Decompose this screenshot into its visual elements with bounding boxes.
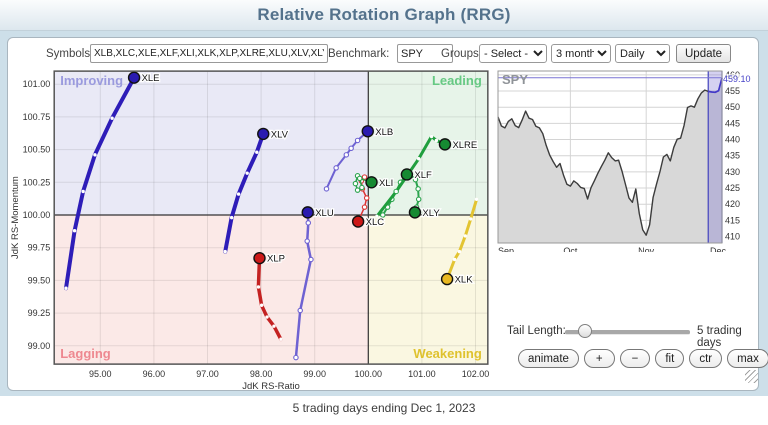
marker-XLE[interactable]: [129, 72, 140, 83]
svg-text:99.00: 99.00: [28, 341, 51, 351]
svg-text:Oct: Oct: [563, 246, 578, 252]
label-XLF: XLF: [414, 170, 432, 181]
svg-text:445: 445: [725, 118, 740, 128]
marker-XLF[interactable]: [401, 169, 412, 180]
spy-chart-title: SPY: [502, 72, 528, 87]
marker-XLI[interactable]: [366, 177, 377, 188]
marker-XLY[interactable]: [409, 207, 420, 218]
svg-text:101.00: 101.00: [408, 369, 436, 379]
marker-XLV[interactable]: [258, 128, 269, 139]
svg-text:JdK RS-Momentum: JdK RS-Momentum: [10, 176, 21, 259]
chart-controls: animate + − fit ctr max: [518, 349, 768, 368]
svg-text:440: 440: [725, 135, 740, 145]
svg-text:100.00: 100.00: [355, 369, 383, 379]
label-XLRE: XLRE: [452, 140, 477, 151]
symbols-label: Symbols:: [46, 48, 93, 60]
svg-text:102.00: 102.00: [462, 369, 490, 379]
svg-text:100.00: 100.00: [23, 210, 51, 220]
period-select[interactable]: 3 months: [551, 44, 611, 63]
svg-text:99.00: 99.00: [303, 369, 326, 379]
fit-button[interactable]: fit: [655, 349, 684, 368]
svg-text:410: 410: [725, 232, 740, 242]
spy-last-price-label: 459.10: [723, 74, 751, 84]
svg-text:100.75: 100.75: [23, 112, 51, 122]
zoom-out-button[interactable]: −: [620, 349, 651, 368]
svg-text:Improving: Improving: [60, 73, 123, 88]
chart-caption: 5 trading days ending Dec 1, 2023: [0, 401, 768, 415]
label-XLI: XLI: [379, 178, 393, 189]
label-XLY: XLY: [422, 208, 440, 219]
marker-XLK[interactable]: [442, 274, 453, 285]
animate-button[interactable]: animate: [518, 349, 579, 368]
svg-text:100.50: 100.50: [23, 145, 51, 155]
groups-label: Groups:: [441, 48, 482, 60]
svg-text:430: 430: [725, 167, 740, 177]
label-XLV: XLV: [271, 129, 289, 140]
zoom-in-button[interactable]: +: [584, 349, 615, 368]
label-XLE: XLE: [142, 73, 160, 84]
svg-text:101.00: 101.00: [23, 79, 51, 89]
label-XLB: XLB: [375, 127, 393, 138]
max-button[interactable]: max: [727, 349, 768, 368]
interval-select[interactable]: Daily: [615, 44, 670, 63]
svg-text:95.00: 95.00: [89, 369, 112, 379]
update-button[interactable]: Update: [676, 44, 731, 63]
spy-highlight-band: [708, 71, 722, 243]
marker-XLC[interactable]: [353, 216, 364, 227]
svg-text:450: 450: [725, 102, 740, 112]
svg-text:99.75: 99.75: [28, 243, 51, 253]
center-button[interactable]: ctr: [689, 349, 722, 368]
label-XLC: XLC: [366, 217, 385, 228]
marker-XLB[interactable]: [362, 126, 373, 137]
svg-text:99.50: 99.50: [28, 275, 51, 285]
svg-text:Sep: Sep: [498, 246, 514, 252]
svg-text:425: 425: [725, 183, 740, 193]
svg-text:JdK RS-Ratio: JdK RS-Ratio: [242, 381, 300, 392]
label-XLK: XLK: [455, 275, 474, 286]
benchmark-label: Benchmark:: [328, 48, 389, 60]
svg-text:435: 435: [725, 151, 740, 161]
svg-text:Weakening: Weakening: [413, 346, 481, 361]
tail-length-label: Tail Length:: [507, 325, 566, 337]
tail-length-slider-thumb[interactable]: [578, 324, 592, 338]
label-XLP: XLP: [267, 254, 285, 265]
symbols-input[interactable]: [90, 44, 328, 63]
tail-length-value: 5 trading days: [697, 325, 768, 349]
svg-text:99.25: 99.25: [28, 308, 51, 318]
svg-text:Leading: Leading: [432, 73, 482, 88]
marker-XLRE[interactable]: [439, 139, 450, 150]
svg-text:100.25: 100.25: [23, 177, 51, 187]
svg-text:Lagging: Lagging: [60, 346, 111, 361]
svg-text:Nov: Nov: [638, 246, 655, 252]
svg-text:420: 420: [725, 199, 740, 209]
svg-text:98.00: 98.00: [250, 369, 273, 379]
resize-handle-icon[interactable]: [745, 370, 758, 383]
svg-text:Dec: Dec: [710, 246, 727, 252]
groups-select[interactable]: - Select -: [479, 44, 547, 63]
svg-text:455: 455: [725, 86, 740, 96]
svg-text:96.00: 96.00: [143, 369, 166, 379]
marker-XLU[interactable]: [302, 207, 313, 218]
marker-XLP[interactable]: [254, 253, 265, 264]
spy-chart: 460455450445440435430425420415410SepOctN…: [496, 68, 760, 252]
rrg-chart: 95.00 96.00 97.00 98.00 99.00 100.00 101.00 102…: [10, 62, 494, 392]
label-XLU: XLU: [315, 208, 334, 219]
app-header: Relative Rotation Graph (RRG): [0, 0, 768, 31]
svg-text:415: 415: [725, 215, 740, 225]
page-title: Relative Rotation Graph (RRG): [257, 5, 510, 25]
svg-text:97.00: 97.00: [196, 369, 219, 379]
